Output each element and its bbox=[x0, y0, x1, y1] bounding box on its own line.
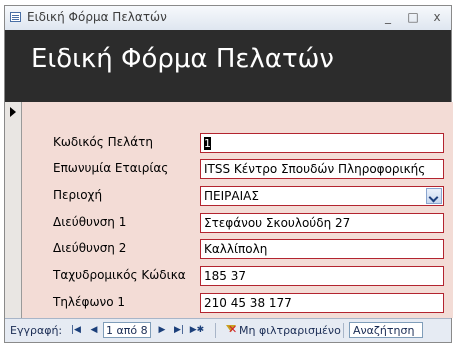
customer-id-label: Κωδικός Πελάτη bbox=[53, 135, 153, 149]
window-title: Ειδική Φόρμα Πελατών bbox=[27, 10, 167, 24]
search-input[interactable]: Αναζήτηση bbox=[349, 322, 423, 338]
address1-field[interactable]: Στεφάνου Σκουλούδη 27 bbox=[200, 213, 444, 233]
minimize-button[interactable]: _ bbox=[379, 8, 397, 26]
company-name-field[interactable]: ITSS Κέντρο Σπουδών Πληροφορικής bbox=[200, 159, 444, 179]
form-header: Ειδική Φόρμα Πελατών bbox=[5, 30, 451, 102]
record-position-input[interactable]: 1 από 8 bbox=[103, 322, 151, 338]
form-icon bbox=[10, 12, 21, 22]
region-value: ΠΕΙΡΑΙΑΣ bbox=[204, 189, 259, 203]
customer-id-field[interactable]: 1 bbox=[200, 133, 444, 153]
customer-id-value: 1 bbox=[204, 137, 211, 150]
no-filter-icon[interactable] bbox=[225, 323, 237, 336]
address2-label: Διεύθυνση 2 bbox=[53, 241, 127, 255]
divider bbox=[215, 323, 216, 338]
company-name-label: Επωνυμία Εταιρίας bbox=[53, 161, 169, 175]
divider bbox=[343, 323, 344, 338]
first-record-icon[interactable]: |◀ bbox=[70, 323, 82, 337]
current-record-arrow-icon bbox=[10, 107, 16, 117]
region-label: Περιοχή bbox=[53, 188, 103, 202]
record-navigation-bar: Εγγραφή: |◀ ◀ 1 από 8 ▶ ▶| ▶✱ Μη φιλτραρ… bbox=[5, 318, 451, 342]
record-selector[interactable] bbox=[5, 102, 22, 318]
filter-status-button[interactable]: Μη φιλτραρισμένο bbox=[239, 324, 341, 337]
postal-code-field[interactable]: 185 37 bbox=[200, 266, 444, 286]
close-button[interactable]: x bbox=[428, 8, 446, 26]
form-detail: Κωδικός Πελάτη 1 Επωνυμία Εταιρίας ITSS … bbox=[22, 102, 453, 318]
previous-record-icon[interactable]: ◀ bbox=[88, 323, 100, 337]
phone1-label: Τηλέφωνο 1 bbox=[53, 295, 125, 309]
phone1-field[interactable]: 210 45 38 177 bbox=[200, 293, 444, 313]
last-record-icon[interactable]: ▶| bbox=[173, 323, 185, 337]
form-window: Ειδική Φόρμα Πελατών _ □ x Ειδική Φόρμα … bbox=[4, 5, 453, 343]
title-bar: Ειδική Φόρμα Πελατών _ □ x bbox=[5, 6, 451, 31]
next-record-icon[interactable]: ▶ bbox=[156, 323, 168, 337]
address2-field[interactable]: Καλλίπολη bbox=[200, 239, 444, 259]
maximize-button[interactable]: □ bbox=[404, 8, 422, 26]
record-label: Εγγραφή: bbox=[10, 324, 63, 337]
new-record-icon[interactable]: ▶✱ bbox=[189, 323, 205, 337]
chevron-down-icon[interactable] bbox=[426, 188, 442, 204]
form-title: Ειδική Φόρμα Πελατών bbox=[31, 44, 334, 74]
region-combobox[interactable]: ΠΕΙΡΑΙΑΣ bbox=[200, 186, 444, 206]
address1-label: Διεύθυνση 1 bbox=[53, 215, 127, 229]
postal-code-label: Ταχυδρομικός Κώδικα bbox=[53, 268, 186, 282]
